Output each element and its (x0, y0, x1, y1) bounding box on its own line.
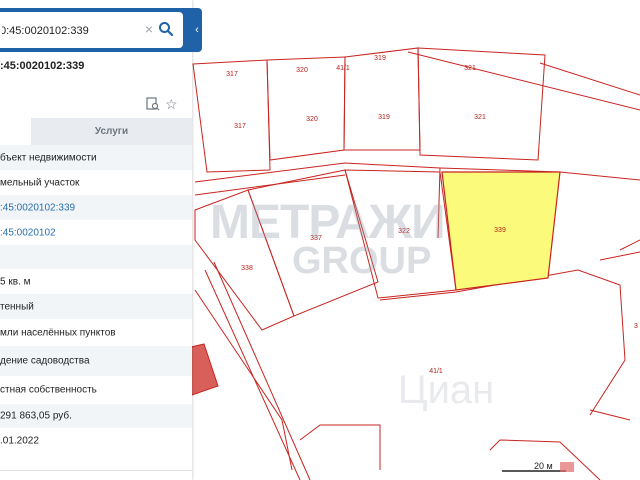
parcel-label: 338 (241, 265, 253, 272)
parcel-label: 41/1 (336, 65, 350, 72)
parcel-label: 317 (226, 71, 238, 78)
parcel-label: 339 (494, 227, 506, 234)
info-row-link[interactable]: :45:0020102 (0, 220, 192, 245)
tab-services[interactable]: Услуги (31, 118, 192, 145)
info-row: .01.2022 (0, 435, 39, 446)
divider (0, 470, 192, 471)
parcel-label: 317 (234, 123, 246, 130)
info-row: тенный (0, 294, 192, 319)
parcel-label: 320 (306, 116, 318, 123)
parcel-label: 3 (634, 323, 638, 330)
collapse-panel-button[interactable]: ‹ (192, 8, 202, 52)
parcel-label: 319 (378, 114, 390, 121)
info-row: мельный участок (0, 177, 80, 188)
close-icon[interactable]: × (142, 22, 156, 36)
info-row: дение садоводства (0, 346, 192, 376)
parcel-321 (417, 47, 546, 161)
parcel-label: 320 (296, 67, 308, 74)
scale-label: 20 м (534, 461, 553, 471)
tab-info[interactable] (0, 118, 31, 145)
info-row: стная собственность (0, 384, 97, 396)
document-search-icon[interactable] (146, 97, 160, 111)
watermark-cian: Циан (398, 368, 495, 412)
search-box: × (0, 12, 183, 50)
info-row: бъект недвижимости (0, 145, 192, 170)
watermark-group: GROUP (292, 240, 432, 282)
parcel-label: 321 (464, 65, 476, 72)
star-icon[interactable]: ☆ (165, 97, 179, 111)
info-row: 291 863,05 руб. (0, 404, 192, 428)
info-row-link[interactable]: :45:0020102:339 (0, 195, 192, 220)
info-row: 5 кв. м (0, 276, 31, 287)
info-panel: × :45:0020102:339 ☆ Услуги бъект недвижи… (0, 0, 192, 480)
info-row (0, 245, 192, 269)
search-bar: × (0, 8, 192, 52)
search-input[interactable] (0, 12, 140, 50)
parcel-title: :45:0020102:339 (0, 60, 85, 72)
parcel-label: 319 (374, 55, 386, 62)
parcel-label: 321 (474, 114, 486, 121)
tabs: Услуги (0, 118, 192, 145)
info-row: мли населённых пунктов (0, 327, 116, 338)
parcel-319 (343, 47, 421, 151)
search-icon[interactable] (158, 21, 174, 37)
